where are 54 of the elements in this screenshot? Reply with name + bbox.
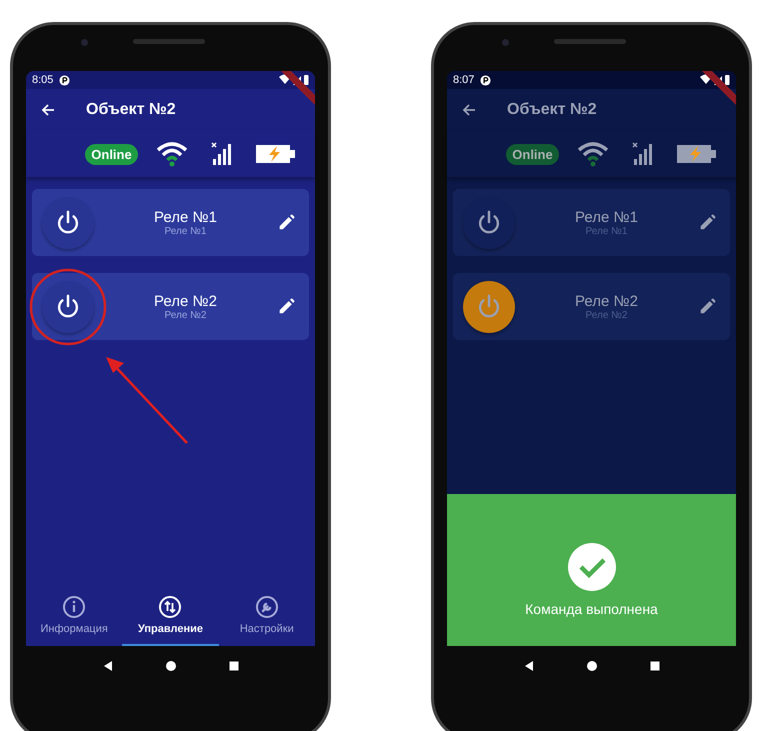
wrench-icon: [254, 595, 279, 619]
home-nav-icon[interactable]: [586, 660, 598, 672]
relay-name: Реле №2: [575, 292, 638, 310]
back-icon[interactable]: [40, 102, 56, 118]
battery-charging-icon: [676, 143, 717, 165]
speaker-grille: [133, 39, 205, 44]
home-nav-icon[interactable]: [164, 660, 176, 672]
back-nav-icon[interactable]: [102, 660, 114, 672]
nav-tab[interactable]: Управление: [122, 586, 219, 646]
status-time: 8:05: [32, 74, 54, 86]
power-button[interactable]: [42, 280, 94, 332]
nav-tab-label: Настройки: [240, 623, 294, 635]
notification-icon: [59, 74, 70, 86]
online-badge: Online: [506, 144, 559, 164]
relay-card[interactable]: Реле №1 Реле №1: [453, 189, 730, 256]
success-message: Команда выполнена: [525, 601, 658, 617]
power-button[interactable]: [463, 196, 515, 248]
info-icon: [62, 595, 86, 619]
screen-title: Объект №2: [86, 101, 176, 119]
camera-dot: [81, 39, 88, 46]
checkmark-icon: [568, 543, 616, 591]
back-icon[interactable]: [461, 102, 477, 118]
relay-name: Реле №2: [154, 292, 217, 310]
nav-tab-label: Информация: [40, 623, 108, 635]
relay-card[interactable]: Реле №2 Реле №2: [453, 273, 730, 340]
wifi-icon: [156, 141, 188, 167]
wifi-icon: [576, 141, 609, 167]
edit-icon[interactable]: [698, 298, 716, 316]
edit-icon[interactable]: [277, 214, 295, 232]
back-nav-icon[interactable]: [522, 660, 534, 672]
nav-tab[interactable]: Информация: [26, 586, 122, 646]
edit-icon[interactable]: [698, 214, 716, 232]
relay-subtitle: Реле №1: [164, 226, 206, 236]
status-time: 8:07: [453, 74, 474, 86]
relay-subtitle: Реле №2: [586, 310, 628, 320]
nav-tab-label: Управление: [138, 623, 203, 635]
relay-name: Реле №1: [154, 208, 217, 226]
relay-card[interactable]: Реле №1 Реле №1: [32, 189, 309, 256]
online-badge: Online: [85, 144, 138, 164]
power-button[interactable]: [463, 280, 515, 332]
camera-dot: [502, 39, 509, 46]
notification-icon: [480, 74, 492, 86]
recents-nav-icon[interactable]: [648, 660, 660, 672]
battery-charging-icon: [256, 143, 296, 165]
relay-subtitle: Реле №1: [586, 226, 628, 236]
relay-subtitle: Реле №2: [164, 310, 206, 320]
recents-nav-icon[interactable]: [228, 660, 240, 672]
relay-name: Реле №1: [575, 208, 638, 226]
nav-tab[interactable]: Настройки: [218, 586, 315, 646]
screen-title: Объект №2: [507, 101, 597, 119]
power-button[interactable]: [42, 196, 94, 248]
speaker-grille: [554, 39, 626, 44]
edit-icon[interactable]: [277, 298, 295, 316]
up-down-arrows-icon: [158, 595, 182, 619]
